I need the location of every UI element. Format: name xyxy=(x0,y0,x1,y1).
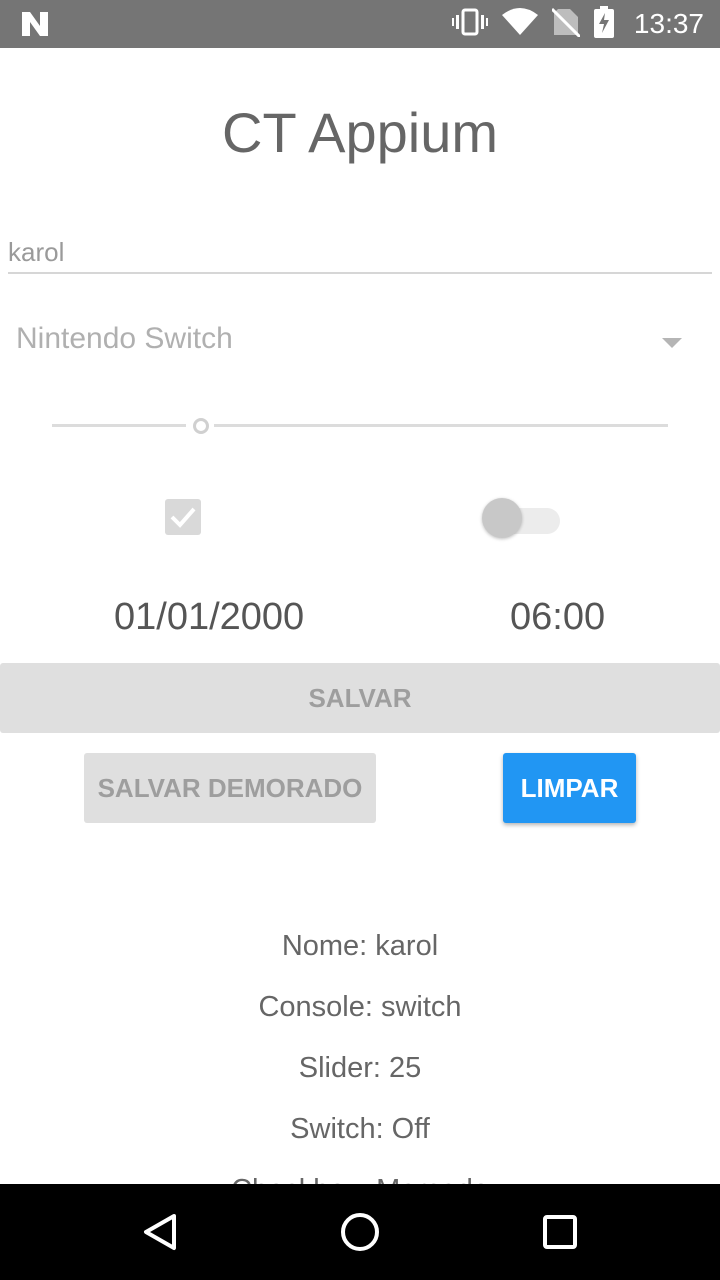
save-button[interactable]: SALVAR xyxy=(0,663,720,733)
console-select[interactable]: Nintendo Switch xyxy=(16,314,696,370)
dropdown-arrow-icon xyxy=(662,338,682,348)
result-name: Nome: karol xyxy=(281,930,439,962)
slider[interactable] xyxy=(52,418,668,434)
recents-icon[interactable] xyxy=(536,1208,584,1256)
clock: 13:37 xyxy=(633,8,704,39)
slider-thumb[interactable] xyxy=(193,418,209,434)
result-console: Console: switch xyxy=(258,991,462,1023)
checkbox[interactable] xyxy=(165,499,201,535)
wifi-icon xyxy=(501,7,538,42)
name-input[interactable] xyxy=(8,232,712,274)
status-bar: 13:37 xyxy=(0,0,720,48)
vibrate-icon xyxy=(451,7,488,42)
clear-button[interactable]: LIMPAR xyxy=(503,753,636,823)
n-notification-icon xyxy=(20,10,50,38)
slider-track-filled xyxy=(52,424,186,427)
slider-track xyxy=(214,424,668,427)
navigation-bar xyxy=(0,1184,720,1280)
console-selected-value: Nintendo Switch xyxy=(16,322,233,355)
app-content: CT Appium Nintendo Switch 01/01/2000 06:… xyxy=(0,48,720,1184)
switch-toggle[interactable] xyxy=(482,496,562,538)
result-switch: Switch: Off xyxy=(290,1113,430,1145)
battery-charging-icon xyxy=(593,5,614,43)
check-icon xyxy=(170,507,196,528)
time-picker[interactable]: 06:00 xyxy=(510,596,605,639)
date-picker[interactable]: 01/01/2000 xyxy=(114,596,304,639)
result-slider: Slider: 25 xyxy=(298,1052,422,1084)
result-checkbox: Checkbox: Marcado xyxy=(0,1170,720,1184)
back-icon[interactable] xyxy=(136,1208,184,1256)
switch-thumb xyxy=(482,498,522,538)
page-title: CT Appium xyxy=(222,101,498,164)
no-sim-icon xyxy=(550,7,581,42)
home-icon[interactable] xyxy=(336,1208,384,1256)
save-delayed-button[interactable]: SALVAR DEMORADO xyxy=(84,753,376,823)
results-list: Nome: karol Console: switch Slider: 25 S… xyxy=(0,926,720,1184)
